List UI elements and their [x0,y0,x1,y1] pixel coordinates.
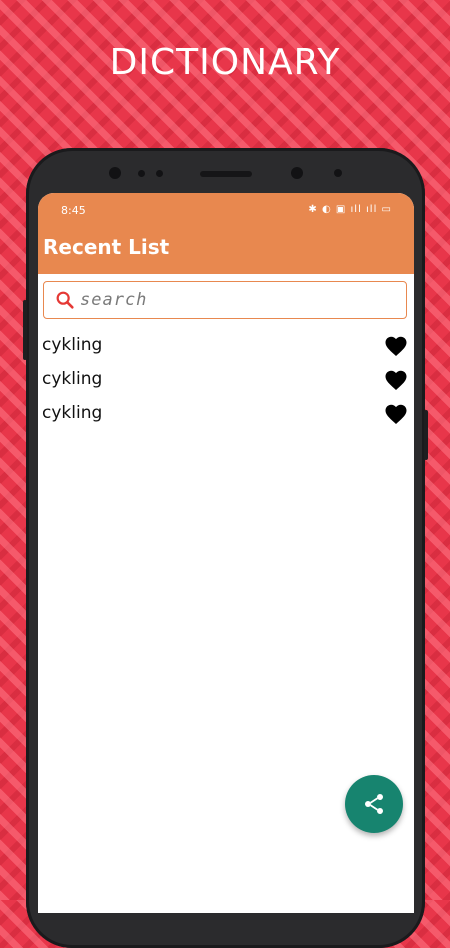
power-button [424,410,428,460]
page-title: Recent List [43,235,170,259]
list-item[interactable]: cykling [38,329,414,363]
secondary-camera [291,167,303,179]
word-label: cykling [42,335,103,355]
status-time: 8:45 [61,204,86,217]
phone-speaker [200,171,252,177]
share-button[interactable] [345,775,403,833]
heart-icon[interactable] [384,335,408,357]
list-item[interactable]: cykling [38,397,414,431]
status-icons: ✱ ◐ ▣ ıll ıll ▭ [308,204,392,215]
word-label: cykling [42,369,103,389]
front-camera [109,167,121,179]
word-label: cykling [42,403,103,423]
search-box[interactable] [43,281,407,319]
search-input[interactable] [78,289,382,311]
search-icon [56,291,74,309]
list-item[interactable]: cykling [38,363,414,397]
heart-icon[interactable] [384,369,408,391]
light-sensor [156,170,163,177]
promo-title: DICTIONARY [109,42,341,83]
recent-word-list: cykling cykling cykling [38,329,414,431]
heart-icon[interactable] [384,403,408,425]
proximity-sensor [138,170,145,177]
share-icon [365,794,383,814]
flash-sensor [334,169,342,177]
volume-button [23,300,27,360]
app-bar: 8:45 ✱ ◐ ▣ ıll ıll ▭ Recent List [38,193,414,274]
